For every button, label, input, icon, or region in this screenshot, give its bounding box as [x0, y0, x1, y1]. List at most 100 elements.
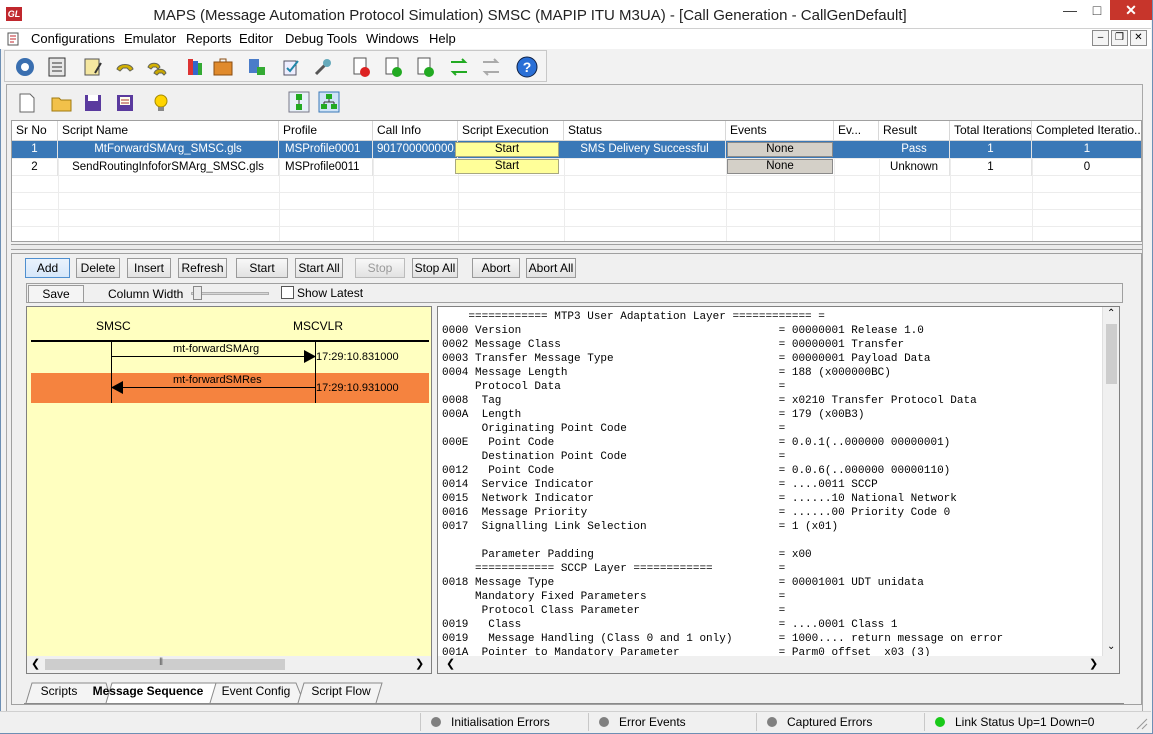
tab-message-sequence[interactable]: Message Sequence — [88, 682, 208, 703]
decode-line[interactable]: 0019 Class = ....0001 Class 1 — [442, 618, 897, 632]
decode-line[interactable]: ============ SCCP Layer ============ = — [442, 562, 785, 576]
mdi-restore-icon[interactable]: ❐ — [1111, 30, 1128, 46]
lightbulb-icon[interactable] — [150, 92, 172, 114]
phones-icon[interactable] — [145, 55, 169, 79]
refresh-button[interactable]: Refresh — [178, 258, 227, 278]
decode-line[interactable]: Destination Point Code = — [442, 450, 786, 464]
decode-line[interactable]: 0004 Message Length = 188 (x000000BC) — [442, 366, 891, 380]
stop-all-button[interactable]: Stop All — [412, 258, 458, 278]
col-status[interactable]: Status — [564, 121, 726, 141]
tab-script-flow[interactable]: Script Flow — [308, 682, 374, 703]
close-icon[interactable]: ✕ — [1110, 0, 1152, 20]
events-button[interactable]: None — [727, 142, 833, 157]
tools-icon[interactable] — [311, 55, 335, 79]
events-button[interactable]: None — [727, 159, 833, 174]
maximize-icon[interactable]: □ — [1084, 0, 1110, 22]
books-icon[interactable] — [183, 55, 207, 79]
status-link[interactable]: Link Status Up=1 Down=0 — [924, 713, 1129, 731]
menu-reports[interactable]: Reports — [186, 31, 232, 46]
delete-button[interactable]: Delete — [76, 258, 120, 278]
decode-line[interactable]: ============ MTP3 User Adaptation Layer … — [442, 310, 824, 324]
mdi-minimize-icon[interactable]: – — [1092, 30, 1109, 46]
scroll-left-icon[interactable]: ❮ — [446, 657, 455, 670]
menu-editor[interactable]: Editor — [239, 31, 273, 46]
decode-line[interactable]: 000A Length = 179 (x00B3) — [442, 408, 864, 422]
menu-emulator[interactable]: Emulator — [124, 31, 176, 46]
tab-event-config[interactable]: Event Config — [220, 682, 292, 703]
col-total-iterations[interactable]: Total Iterations — [950, 121, 1032, 141]
col-sr-no[interactable]: Sr No — [12, 121, 58, 141]
column-width-slider-thumb[interactable] — [193, 286, 202, 300]
tab-scripts[interactable]: Scripts — [36, 682, 82, 703]
save-ladder-button[interactable]: Save — [28, 285, 84, 303]
notepad-icon[interactable] — [45, 55, 69, 79]
abort-all-button[interactable]: Abort All — [526, 258, 576, 278]
col-ev[interactable]: Ev... — [834, 121, 879, 141]
tree-layout-icon[interactable] — [318, 91, 340, 113]
decode-vertical-scrollbar[interactable]: ⌃ ⌄ — [1102, 307, 1119, 657]
decode-line[interactable]: 0016 Message Priority = ......00 Priorit… — [442, 506, 950, 520]
abort-button[interactable]: Abort — [472, 258, 520, 278]
status-initialisation-errors[interactable]: Initialisation Errors — [420, 713, 588, 731]
phone-icon[interactable] — [113, 55, 137, 79]
decode-line[interactable]: Parameter Padding = x00 — [442, 548, 812, 562]
decode-line[interactable]: 0014 Service Indicator = ....0011 SCCP — [442, 478, 878, 492]
status-error-events[interactable]: Error Events — [588, 713, 756, 731]
decode-line[interactable]: 0008 Tag = x0210 Transfer Protocol Data — [442, 394, 977, 408]
col-completed-iterations[interactable]: Completed Iteratio... — [1032, 121, 1141, 141]
decode-line[interactable]: Originating Point Code = — [442, 422, 786, 436]
scrollbar-thumb[interactable] — [45, 659, 285, 670]
decode-line[interactable]: Mandatory Fixed Parameters = — [442, 590, 785, 604]
menu-help[interactable]: Help — [429, 31, 456, 46]
splitter[interactable] — [11, 244, 1142, 250]
decode-line[interactable]: 0017 Signalling Link Selection = 1 (x01) — [442, 520, 838, 534]
col-script-name[interactable]: Script Name — [58, 121, 279, 141]
script-edit-icon[interactable] — [81, 55, 105, 79]
start-script-button[interactable]: Start — [455, 142, 559, 157]
save-as-icon[interactable] — [114, 92, 136, 114]
message-label[interactable]: mt-forwardSMRes — [173, 374, 262, 386]
help-icon[interactable]: ? — [515, 55, 539, 79]
start-script-button[interactable]: Start — [455, 159, 559, 174]
scroll-up-icon[interactable]: ⌃ — [1107, 308, 1115, 319]
doc-capture-icon[interactable] — [381, 55, 405, 79]
save-icon[interactable] — [82, 92, 104, 114]
scroll-down-icon[interactable]: ⌄ — [1107, 641, 1115, 652]
decode-line[interactable]: 0012 Point Code = 0.0.6(..000000 0000011… — [442, 464, 950, 478]
decode-line[interactable]: 0002 Message Class = 00000001 Transfer — [442, 338, 904, 352]
column-width-slider-track[interactable] — [191, 292, 269, 295]
stop-button[interactable]: Stop — [355, 258, 405, 278]
decode-line[interactable]: Protocol Data = — [442, 380, 785, 394]
doc-play-icon[interactable] — [413, 55, 437, 79]
scroll-left-icon[interactable]: ❮ — [31, 657, 40, 670]
minimize-icon[interactable]: — — [1056, 0, 1084, 22]
message-label[interactable]: mt-forwardSMArg — [173, 343, 259, 355]
new-file-icon[interactable] — [16, 92, 38, 114]
start-all-button[interactable]: Start All — [295, 258, 343, 278]
col-script-execution[interactable]: Script Execution — [458, 121, 564, 141]
network-lock-icon[interactable] — [245, 55, 269, 79]
decode-line[interactable]: 0000 Version = 00000001 Release 1.0 — [442, 324, 924, 338]
document-menu-icon[interactable] — [7, 32, 21, 46]
status-captured-errors[interactable]: Captured Errors — [756, 713, 924, 731]
decode-line[interactable]: 0018 Message Type = 00001001 UDT unidata — [442, 576, 924, 590]
scroll-right-icon[interactable]: ❯ — [1089, 657, 1098, 670]
menu-configurations[interactable]: Configurations — [31, 31, 115, 46]
decode-line[interactable]: 0019 Message Handling (Class 0 and 1 onl… — [442, 632, 1003, 646]
arrows-icon[interactable] — [447, 55, 471, 79]
menu-windows[interactable]: Windows — [366, 31, 419, 46]
scrollbar-thumb[interactable] — [1106, 324, 1117, 384]
scroll-right-icon[interactable]: ❯ — [415, 657, 424, 670]
resize-grip-icon[interactable] — [1134, 716, 1148, 730]
decode-line[interactable]: Protocol Class Parameter = — [442, 604, 786, 618]
show-latest-checkbox[interactable] — [281, 286, 294, 299]
decode-line[interactable]: 0015 Network Indicator = ......10 Nation… — [442, 492, 957, 506]
ladder-horizontal-scrollbar[interactable]: ❮ ‖ ❯ — [27, 656, 431, 673]
col-result[interactable]: Result — [879, 121, 950, 141]
vertical-layout-icon[interactable] — [288, 91, 310, 113]
decode-view[interactable]: ============ MTP3 User Adaptation Layer … — [437, 306, 1120, 674]
start-button[interactable]: Start — [236, 258, 288, 278]
decode-horizontal-scrollbar[interactable]: ❮ ❯ — [438, 656, 1119, 673]
briefcase-icon[interactable] — [211, 55, 235, 79]
insert-button[interactable]: Insert — [127, 258, 171, 278]
